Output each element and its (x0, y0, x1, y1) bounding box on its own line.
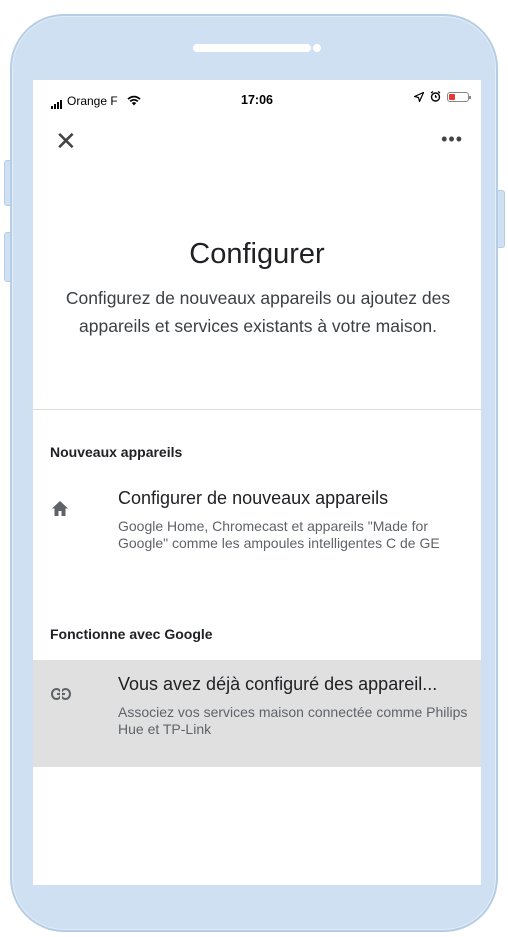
list-item-title: Configurer de nouveaux appareils (118, 488, 389, 508)
status-right (414, 91, 471, 102)
close-icon[interactable]: ✕ (55, 128, 77, 154)
phone-camera (313, 44, 321, 52)
list-item-link-existing-devices[interactable]: Vous avez déjà configuré des appareil...… (33, 660, 481, 767)
phone-speaker (193, 44, 311, 52)
alarm-icon (430, 91, 441, 102)
home-icon (51, 500, 69, 522)
battery-icon (447, 91, 471, 102)
app-screen: Orange F 17:06 ✕ ••• Configurer Configur… (33, 80, 481, 885)
list-item-description: Associez vos services maison connectée c… (118, 704, 468, 737)
section-title-works-with-google: Fonctionne avec Google (50, 626, 213, 642)
location-icon (414, 91, 424, 102)
side-button-right (497, 190, 505, 248)
section-title-new-devices: Nouveaux appareils (50, 444, 183, 460)
link-icon (51, 684, 71, 705)
list-item-description: Google Home, Chromecast et appareils "Ma… (118, 518, 440, 551)
page-subtitle: Configurez de nouveaux appareils ou ajou… (65, 288, 451, 336)
divider (33, 409, 481, 410)
list-item-setup-new-devices[interactable]: Configurer de nouveaux appareils Google … (33, 480, 481, 590)
page-title: Configurer (189, 238, 325, 270)
list-item-title: Vous avez déjà configuré des appareil... (118, 674, 438, 694)
status-bar: Orange F 17:06 (33, 80, 481, 114)
more-options-icon[interactable]: ••• (441, 130, 463, 148)
